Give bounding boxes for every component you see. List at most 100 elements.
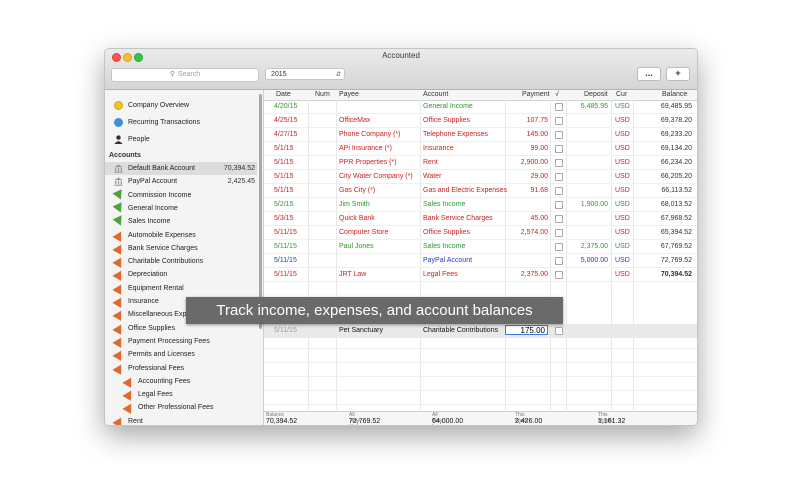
cell-payee[interactable]: City Water Company (*) (339, 173, 413, 180)
cell-date[interactable]: 5/1/15 (274, 187, 293, 194)
sidebar-scrollbar[interactable] (259, 94, 262, 329)
cell-payment[interactable]: 2,900.00 (521, 159, 548, 166)
cell-balance[interactable]: 66,113.52 (661, 187, 692, 194)
header-payee[interactable]: Payee (339, 91, 359, 98)
sidebar-item-company-overview[interactable]: Company Overview (105, 99, 257, 112)
cell-payment[interactable]: 91.68 (530, 187, 548, 194)
cell-payment[interactable]: 99.00 (530, 145, 548, 152)
sidebar-account-item[interactable]: Accounting Fees (105, 374, 257, 388)
header-currency[interactable]: Cur (616, 91, 627, 98)
cell-balance[interactable]: 70,394.52 (661, 271, 692, 278)
sidebar-account-item[interactable]: General Income (105, 202, 257, 215)
cell-balance[interactable]: 68,013.52 (661, 201, 692, 208)
sidebar-account-item[interactable]: Default Bank Account 70,394.52 (105, 162, 257, 175)
cell-payee[interactable]: JRT Law (339, 271, 366, 278)
cell-date[interactable]: 5/2/15 (274, 201, 293, 208)
reconciled-checkbox[interactable] (555, 131, 563, 139)
table-row[interactable]: 5/11/15 JRT Law Legal Fees 2,375.00 USD 70,39… (264, 268, 697, 282)
table-row[interactable]: 5/1/15 City Water Company (*) Water 29.00 US… (264, 170, 697, 184)
cell-date[interactable]: 5/11/15 (274, 271, 297, 278)
table-row[interactable]: 5/11/15 Computer Store Office Supplies 2,57… (264, 226, 697, 240)
edit-payee[interactable]: Pet Sanctuary (339, 327, 383, 334)
table-row[interactable]: 5/11/15 PayPal Account 5,000.00 USD 72,769.5… (264, 254, 697, 268)
cell-date[interactable]: 4/25/15 (274, 117, 297, 124)
sidebar-account-item[interactable]: Charitable Contributions (105, 255, 257, 268)
cell-date[interactable]: 4/20/15 (274, 103, 297, 110)
cell-deposit[interactable]: 5,000.00 (581, 257, 608, 264)
sidebar-account-item[interactable]: Professional Fees (105, 361, 257, 375)
edit-row[interactable]: 5/11/15 Pet Sanctuary Charitable Contrib… (264, 324, 697, 338)
sidebar-account-item[interactable]: Other Professional Fees (105, 401, 257, 415)
cell-deposit[interactable]: 2,375.00 (581, 243, 608, 250)
cell-date[interactable]: 5/3/15 (274, 215, 293, 222)
cell-cur[interactable]: USD (615, 187, 630, 194)
reconciled-checkbox[interactable] (555, 173, 563, 181)
more-button[interactable]: ... (637, 67, 661, 81)
cell-balance[interactable]: 66,234.20 (661, 159, 692, 166)
cell-cur[interactable]: USD (615, 173, 630, 180)
cell-account[interactable]: Office Supplies (423, 117, 470, 124)
cell-cur[interactable]: USD (615, 271, 630, 278)
header-account[interactable]: Account (423, 91, 448, 98)
table-row[interactable]: 4/27/15 Phone Company (*) Telephone Expens… (264, 128, 697, 142)
cell-date[interactable]: 5/11/15 (274, 257, 297, 264)
cell-cur[interactable]: USD (615, 243, 630, 250)
table-row[interactable]: 4/25/15 OfficeMax Office Supplies 107.75 USD… (264, 114, 697, 128)
cell-payment[interactable]: 29.00 (530, 173, 548, 180)
cell-cur[interactable]: USD (615, 257, 630, 264)
edit-date[interactable]: 5/11/15 (274, 327, 297, 334)
sidebar-account-item[interactable]: Permits and Licenses (105, 348, 257, 362)
cell-cur[interactable]: USD (615, 117, 630, 124)
payment-input[interactable]: 175.00 (505, 325, 548, 335)
cell-cur[interactable]: USD (615, 159, 630, 166)
cell-payee[interactable]: OfficeMax (339, 117, 370, 124)
cell-payee[interactable]: APi Insurance (*) (339, 145, 392, 152)
cell-payee[interactable]: Phone Company (*) (339, 131, 400, 138)
reconciled-checkbox[interactable] (555, 201, 563, 209)
reconciled-checkbox[interactable] (555, 243, 563, 251)
sidebar-account-item[interactable]: Legal Fees (105, 388, 257, 401)
cell-date[interactable]: 5/11/15 (274, 243, 297, 250)
cell-payment[interactable]: 2,375.00 (521, 271, 548, 278)
table-row[interactable]: 5/1/15 PPR Properties (*) Rent 2,900.00 USD 6… (264, 156, 697, 170)
table-row[interactable]: 5/1/15 APi Insurance (*) Insurance 99.00 USD… (264, 142, 697, 156)
table-row[interactable]: 5/1/15 Gas City (*) Gas and Electric Expen… (264, 184, 697, 198)
cell-balance[interactable]: 69,233.20 (661, 131, 692, 138)
cell-account[interactable]: Sales Income (423, 243, 465, 250)
edit-account[interactable]: Charitable Contributions (423, 327, 498, 334)
cell-account[interactable]: Water (423, 173, 441, 180)
sidebar-item-people[interactable]: People (105, 133, 257, 146)
sidebar-account-item[interactable]: Payment Processing Fees (105, 334, 257, 348)
sidebar-account-item[interactable]: Rent (105, 414, 257, 425)
cell-date[interactable]: 5/11/15 (274, 229, 297, 236)
year-select[interactable]: 2015 ⇵ (265, 68, 345, 80)
search-input[interactable]: ⚲ Search (111, 68, 259, 82)
cell-cur[interactable]: USD (615, 201, 630, 208)
cell-balance[interactable]: 67,968.52 (661, 215, 692, 222)
table-row[interactable]: 5/11/15 Paul Jones Sales Income 2,375.00 USD… (264, 240, 697, 254)
table-row[interactable]: 5/2/15 Jim Smith Sales Income 1,900.00 USD 68… (264, 198, 697, 212)
reconciled-checkbox[interactable] (555, 229, 563, 237)
sidebar-account-item[interactable]: Equipment Rental (105, 281, 257, 295)
cell-payee[interactable]: Quick Bank (339, 215, 375, 222)
cell-balance[interactable]: 69,134.20 (661, 145, 692, 152)
cell-cur[interactable]: USD (615, 145, 630, 152)
cell-payee[interactable]: Paul Jones (339, 243, 374, 250)
add-button[interactable]: + (666, 67, 690, 81)
cell-deposit[interactable]: 5,485.95 (581, 103, 608, 110)
reconciled-checkbox[interactable] (555, 159, 563, 167)
cell-balance[interactable]: 67,769.52 (661, 243, 692, 250)
cell-balance[interactable]: 65,394.52 (661, 229, 692, 236)
reconciled-checkbox[interactable] (555, 327, 563, 335)
cell-account[interactable]: Legal Fees (423, 271, 458, 278)
reconciled-checkbox[interactable] (555, 271, 563, 279)
cell-account[interactable]: PayPal Account (423, 257, 472, 264)
cell-account[interactable]: Insurance (423, 145, 454, 152)
reconciled-checkbox[interactable] (555, 257, 563, 265)
sidebar-item-recurring-transactions[interactable]: Recurring Transactions (105, 116, 257, 129)
cell-date[interactable]: 5/1/15 (274, 173, 293, 180)
sidebar-account-item[interactable]: Commission Income (105, 188, 257, 202)
cell-deposit[interactable]: 1,900.00 (581, 201, 608, 208)
header-num[interactable]: Num (315, 91, 330, 98)
header-deposit[interactable]: Deposit (584, 91, 608, 98)
